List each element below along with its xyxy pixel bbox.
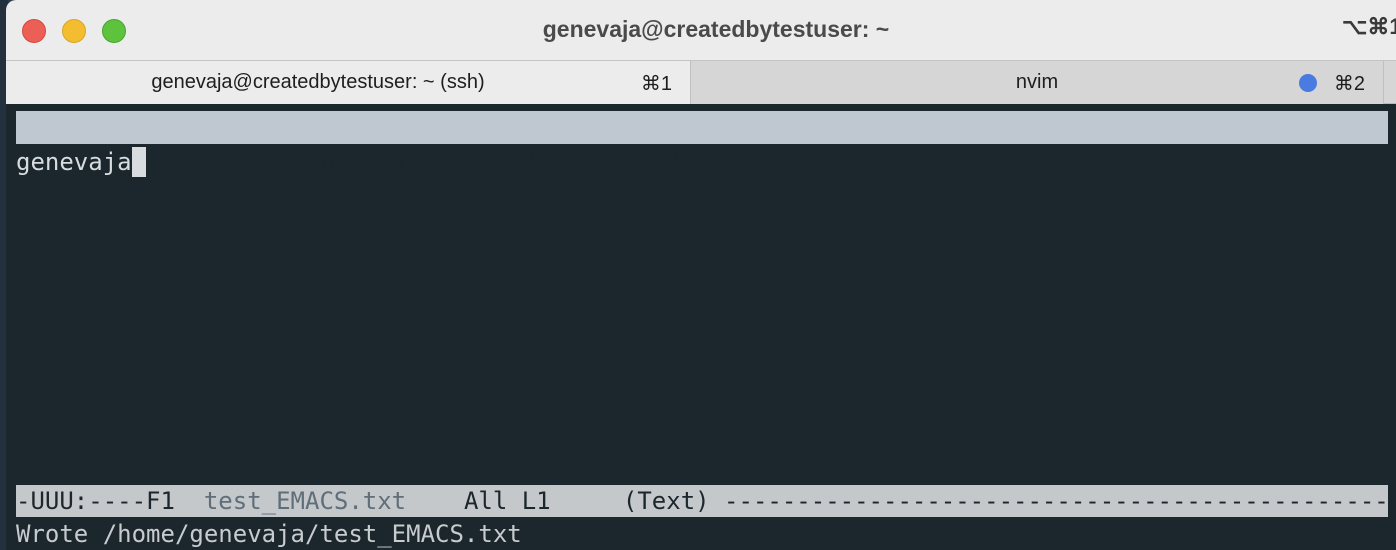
emacs-mode-line: -UUU:----F1 test_EMACS.txt All L1 (Text)… bbox=[16, 485, 1388, 517]
tab-label: nvim bbox=[1015, 71, 1059, 93]
window-title: genevaja@createdbytestuser: ~ bbox=[542, 16, 890, 42]
new-tab-button[interactable] bbox=[1384, 73, 1396, 93]
menu-buffers[interactable]: Buffers bbox=[364, 144, 466, 177]
buffer-text: genevaja bbox=[16, 148, 132, 176]
terminal-window: genevaja@createdbytestuser: ~ ⌥⌘1 geneva… bbox=[6, 0, 1396, 550]
text-cursor bbox=[131, 147, 146, 177]
tab-label: genevaja@createdbytestuser: ~ (ssh) bbox=[151, 71, 485, 93]
activity-dot-icon bbox=[1299, 74, 1317, 92]
echo-area: Wrote /home/genevaja/test_EMACS.txt bbox=[16, 520, 522, 548]
modeline-mode: (Text) bbox=[622, 487, 725, 515]
menu-options[interactable]: Options bbox=[248, 144, 350, 177]
terminal-content[interactable]: FileEditOptionsBuffersToolsTextHelp gene… bbox=[6, 104, 1396, 550]
menu-tools[interactable]: Tools bbox=[481, 144, 554, 177]
tab-nvim[interactable]: nvim ⌘2 bbox=[690, 61, 1384, 104]
window-shortcut-label: ⌥⌘1 bbox=[1342, 14, 1396, 39]
buffer-line[interactable]: genevaja bbox=[16, 146, 146, 178]
menu-edit[interactable]: Edit bbox=[176, 144, 235, 177]
tab-shortcut: ⌘1 bbox=[640, 73, 672, 95]
modeline-buffer-name: test_EMACS.txt bbox=[203, 487, 407, 515]
tab-shortcut: ⌘2 bbox=[1333, 73, 1365, 95]
modeline-fill: ----------------------------------------… bbox=[724, 487, 1388, 515]
title-bar[interactable]: genevaja@createdbytestuser: ~ ⌥⌘1 bbox=[6, 0, 1396, 60]
emacs-menu-bar: FileEditOptionsBuffersToolsTextHelp bbox=[16, 111, 1388, 174]
menu-text[interactable]: Text bbox=[568, 144, 627, 177]
tab-ssh[interactable]: genevaja@createdbytestuser: ~ (ssh) ⌘1 bbox=[6, 61, 690, 104]
modeline-position: All L1 bbox=[406, 487, 623, 515]
tab-bar: genevaja@createdbytestuser: ~ (ssh) ⌘1 n… bbox=[6, 60, 1396, 104]
menu-help[interactable]: Help bbox=[641, 144, 700, 177]
modeline-status: -UUU:----F1 bbox=[16, 487, 204, 515]
